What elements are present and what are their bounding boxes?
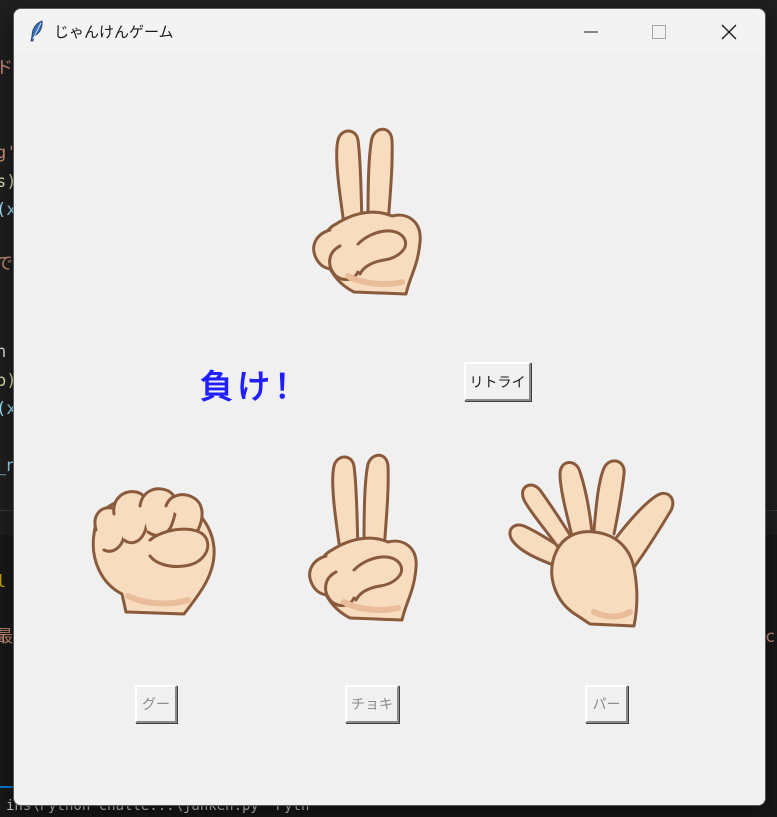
minimize-icon: [584, 31, 598, 32]
fist-hand-icon: [91, 487, 216, 616]
result-text: 負け！: [200, 367, 311, 406]
bg-panel-tab: [0, 760, 14, 788]
open-hand-icon: [508, 459, 675, 628]
bg-code-fragment: l: [0, 572, 7, 592]
window-title: じゃんけんゲーム: [54, 23, 174, 41]
title-bar[interactable]: じゃんけんゲーム: [14, 9, 765, 54]
computer-hand-peace-icon: [312, 127, 422, 296]
bg-code-fragment: 最: [0, 627, 13, 647]
game-area: 負け！ リトライ グー チョキ パー: [14, 54, 765, 805]
maximize-button[interactable]: [626, 9, 692, 54]
feather-icon: [30, 20, 43, 42]
app-window: じゃんけんゲーム 負け！ リトライ グー チョキ パー: [13, 8, 766, 806]
close-icon: [721, 24, 737, 39]
minimize-button[interactable]: [558, 9, 624, 54]
retry-button[interactable]: リトライ: [464, 362, 531, 401]
peace-hand-icon: [308, 453, 418, 622]
close-button[interactable]: [696, 9, 762, 54]
choice-button-scissors[interactable]: チョキ: [345, 685, 399, 723]
choice-button-paper[interactable]: パー: [585, 685, 628, 723]
choice-button-rock[interactable]: グー: [135, 685, 177, 723]
maximize-icon: [652, 24, 666, 39]
bg-code-fragment: c: [765, 627, 776, 647]
bg-code-fragment: n: [0, 342, 7, 362]
